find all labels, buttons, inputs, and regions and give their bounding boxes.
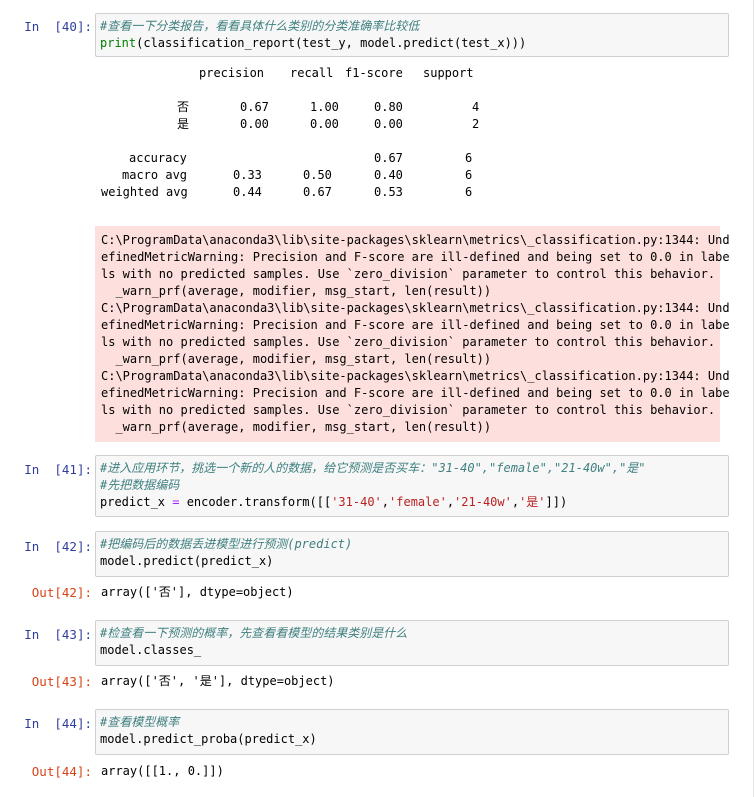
code-text: encoder.transform([[ [179,495,332,509]
cell-41-input[interactable]: #进入应用环节，挑选一个新的人的数据，给它预测是否买车："31-40","fem… [95,455,729,517]
report-recall: 0.50 [303,168,332,182]
code-comment: #先把数据编码 [100,478,180,492]
report-row-macro: macro avg 0.33 0.50 0.40 6 [101,167,521,184]
cell-43-out-prompt: Out[43]: [31,674,92,689]
cell-40-in-prompt: In [40]: [24,19,92,34]
report-header-recall: recall [290,66,334,80]
cell-43-in-prompt: In [43]: [24,627,92,642]
cell-44-input[interactable]: #查看模型概率 model.predict_proba(predict_x) [95,709,729,755]
cell-42-input[interactable]: #把编码后的数据丢进模型进行预测(predict) model.predict(… [95,531,729,577]
code-call: (classification_report(test_y, model.pre… [136,36,527,50]
code-string: 'female' [389,495,447,509]
warning-output: C:\ProgramData\anaconda3\lib\site-packag… [95,226,730,442]
report-row-accuracy: accuracy 0.67 6 [101,150,521,167]
report-label: 是 [177,117,190,131]
report-f1: 0.67 [374,151,403,165]
report-row-weighted: weighted avg 0.44 0.67 0.53 6 [101,184,521,201]
report-label: accuracy [129,151,187,165]
warning-line: _warn_prf(average, modifier, msg_start, … [101,284,492,298]
code-text: , [446,495,455,509]
cell-44-output: array([[1., 0.]]) [101,764,224,778]
code-comment: #查看一下分类报告，看看具体什么类别的分类准确率比较低 [100,19,420,33]
cell-43-output: array(['否', '是'], dtype=object) [101,674,335,688]
code-text: model.predict(predict_x) [100,554,274,568]
code-comment: #进入应用环节，挑选一个新的人的数据，给它预测是否买车："31-40","fem… [100,461,646,475]
warning-line: C:\ProgramData\anaconda3\lib\site-packag… [101,369,730,383]
report-precision: 0.33 [233,168,262,182]
warning-line: efinedMetricWarning: Precision and F-sco… [101,386,730,400]
report-header-row: precision recall f1-score support [101,65,521,82]
report-precision: 0.00 [240,117,269,131]
warning-line: ls with no predicted samples. Use `zero_… [101,403,716,417]
report-support: 6 [465,168,473,182]
warning-line: ls with no predicted samples. Use `zero_… [101,335,716,349]
warning-line: efinedMetricWarning: Precision and F-sco… [101,250,730,264]
code-text: ]]) [545,495,568,509]
warning-line: _warn_prf(average, modifier, msg_start, … [101,420,492,434]
code-text: , [381,495,390,509]
report-precision: 0.67 [240,100,269,114]
report-f1: 0.53 [374,185,403,199]
cell-40-input[interactable]: #查看一下分类报告，看看具体什么类别的分类准确率比较低 print(classi… [95,13,729,57]
cell-43-input[interactable]: #检查看一下预测的概率，先查看看模型的结果类别是什么 model.classes… [95,620,729,666]
report-header-support: support [423,66,474,80]
report-f1: 0.80 [374,100,403,114]
report-f1: 0.40 [374,168,403,182]
report-support: 6 [465,185,473,199]
warning-line: C:\ProgramData\anaconda3\lib\site-packag… [101,233,730,247]
report-support: 4 [472,100,480,114]
report-header-precision: precision [199,66,265,80]
code-string: '21-40w' [454,495,512,509]
cell-42-output: array(['否'], dtype=object) [101,585,294,599]
code-text: model.classes_ [100,643,202,657]
report-label: weighted avg [101,185,188,199]
cell-44-in-prompt: In [44]: [24,716,92,731]
report-header-f1: f1-score [345,66,403,80]
code-comment: #把编码后的数据丢进模型进行预测(predict) [100,537,353,551]
report-recall: 1.00 [310,100,339,114]
cell-44-out-prompt: Out[44]: [31,764,92,779]
report-recall: 0.67 [303,185,332,199]
report-f1: 0.00 [374,117,403,131]
code-text: model.predict_proba(predict_x) [100,732,317,746]
cell-42-out-prompt: Out[42]: [31,585,92,600]
warning-line: efinedMetricWarning: Precision and F-sco… [101,318,730,332]
report-row-no: 否 0.67 1.00 0.80 4 [101,99,521,116]
code-string: '31-40' [331,495,382,509]
warning-line: _warn_prf(average, modifier, msg_start, … [101,352,492,366]
warning-line: C:\ProgramData\anaconda3\lib\site-packag… [101,301,730,315]
code-string: '是' [519,495,546,509]
cell-42-in-prompt: In [42]: [24,539,92,554]
report-recall: 0.00 [310,117,339,131]
warning-line: ls with no predicted samples. Use `zero_… [101,267,716,281]
code-comment: #查看模型概率 [100,715,180,729]
report-support: 2 [472,117,480,131]
report-row-yes: 是 0.00 0.00 0.00 2 [101,116,521,133]
cell-41-in-prompt: In [41]: [24,462,92,477]
code-text: predict_x [100,495,173,509]
report-precision: 0.44 [233,185,262,199]
code-text: , [511,495,520,509]
code-comment: #检查看一下预测的概率，先查看看模型的结果类别是什么 [100,626,408,640]
report-label: 否 [177,100,190,114]
report-label: macro avg [122,168,188,182]
code-builtin-print: print [100,36,137,50]
report-support: 6 [465,151,473,165]
